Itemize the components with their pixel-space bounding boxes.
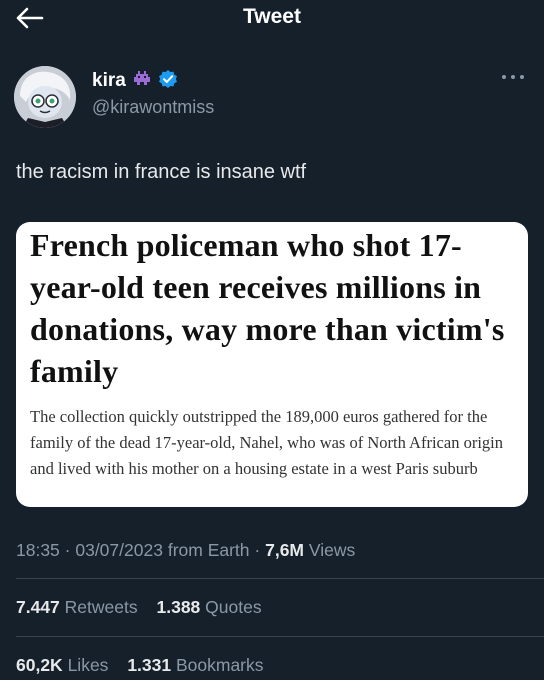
verified-badge-icon — [158, 69, 178, 94]
tweet-date[interactable]: 03/07/2023 — [75, 540, 163, 560]
article-image-card[interactable]: French policeman who shot 17-year-old te… — [16, 222, 528, 507]
bookmarks-stat[interactable]: 1.331 Bookmarks — [127, 655, 263, 675]
tweet-text: the racism in france is insane wtf — [16, 161, 307, 183]
more-options-icon[interactable] — [500, 70, 526, 84]
stats-row-2: 60,2K Likes 1.331 Bookmarks — [16, 655, 278, 676]
stats-row-1: 7.447 Retweets 1.388 Quotes — [16, 597, 276, 618]
bookmarks-count: 1.331 — [127, 655, 172, 675]
retweets-count: 7.447 — [16, 597, 60, 617]
alien-badge-icon — [133, 70, 151, 92]
author-handle[interactable]: @kirawontmiss — [92, 97, 214, 118]
quotes-count: 1.388 — [156, 597, 201, 617]
retweets-stat[interactable]: 7.447 Retweets — [16, 597, 138, 617]
top-bar: Tweet — [0, 0, 544, 40]
article-lede: The collection quickly outstripped the 1… — [30, 407, 503, 478]
divider — [16, 578, 544, 579]
quotes-stat[interactable]: 1.388 Quotes — [157, 597, 262, 617]
likes-label: Likes — [67, 655, 109, 675]
author-name[interactable]: kira — [92, 70, 126, 92]
divider — [16, 636, 544, 637]
retweets-label: Retweets — [64, 597, 138, 617]
bookmarks-label: Bookmarks — [175, 655, 264, 675]
author-name-row: kira — [92, 68, 178, 94]
page-title: Tweet — [243, 5, 301, 28]
quotes-label: Quotes — [205, 597, 262, 617]
tweet-meta: 18:35 · 03/07/2023 from Earth · 7,6M Vie… — [16, 540, 356, 560]
views-count: 7,6M — [265, 540, 304, 560]
likes-stat[interactable]: 60,2K Likes — [16, 655, 108, 675]
tweet-source: from Earth — [167, 540, 250, 560]
article-headline: French policeman who shot 17-year-old te… — [30, 227, 505, 389]
likes-count: 60,2K — [16, 655, 63, 675]
avatar[interactable] — [14, 66, 76, 128]
views-label: Views — [308, 540, 356, 560]
tweet-time[interactable]: 18:35 — [16, 540, 60, 560]
